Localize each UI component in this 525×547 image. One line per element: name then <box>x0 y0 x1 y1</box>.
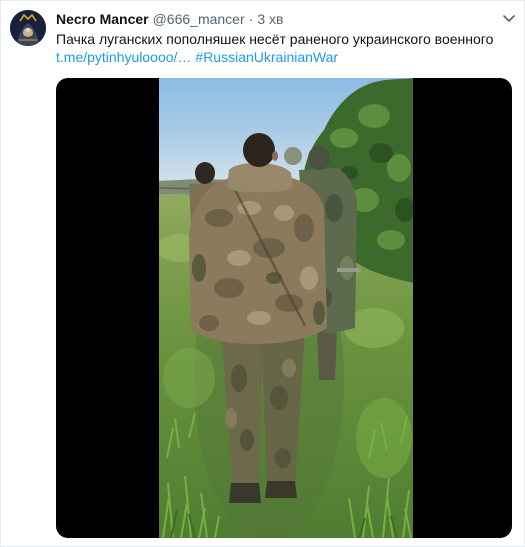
tweet-card[interactable]: Necro Mancer @666_mancer · 3 хв Пачка луган… <box>0 0 525 547</box>
video-frame <box>159 78 413 538</box>
more-menu-button[interactable] <box>501 11 517 25</box>
hashtag-link[interactable]: #RussianUkrainianWar <box>195 49 338 65</box>
tweet-header: Necro Mancer @666_mancer · 3 хв <box>56 10 283 28</box>
video-thumbnail <box>159 78 413 538</box>
tweet-links: t.me/pytinhyuloooo/… #RussianUkrainianWar <box>56 48 338 67</box>
avatar-image <box>10 10 46 46</box>
video-player[interactable] <box>56 78 512 538</box>
link-url[interactable]: t.me/pytinhyuloooo/… <box>56 49 191 65</box>
author-handle[interactable]: @666_mancer <box>153 11 245 27</box>
timestamp[interactable]: 3 хв <box>257 11 283 27</box>
author-display-name[interactable]: Necro Mancer <box>56 11 149 27</box>
avatar[interactable] <box>10 10 46 46</box>
tweet-text: Пачка луганских пополняшек несёт раненог… <box>56 31 494 47</box>
separator-dot: · <box>248 11 254 27</box>
chevron-down-icon <box>503 15 515 22</box>
